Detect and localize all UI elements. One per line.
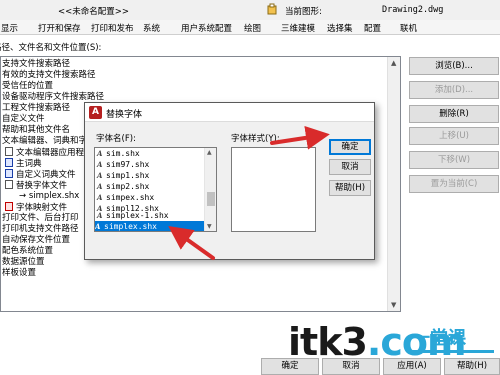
tree-item[interactable]: 自定义文件: [2, 114, 45, 125]
move-down-button[interactable]: 下移(W): [409, 151, 499, 169]
font-name-label: 字体名(F):: [96, 134, 136, 144]
tab-plot-publish[interactable]: 打印和发布: [91, 22, 134, 34]
tree-item-simplex[interactable]: → simplex.shx: [19, 191, 79, 202]
font-style-label: 字体样式(Y):: [231, 134, 280, 144]
file-icon: [5, 147, 13, 156]
section-title: 搜索路径、文件名和文件位置(S):: [0, 43, 102, 53]
dialog-ok-button[interactable]: 确定: [329, 139, 371, 155]
tab-profiles[interactable]: 配置: [364, 22, 381, 34]
tree-item[interactable]: 数据源位置: [2, 257, 45, 268]
shx-font-icon: A: [97, 211, 103, 220]
current-drawing-label: 当前图形:: [285, 7, 322, 17]
font-list-item-selected[interactable]: Asimplex.shx: [95, 221, 204, 231]
dialog-cancel-button[interactable]: 取消: [329, 159, 371, 175]
tab-selection[interactable]: 选择集: [327, 22, 353, 34]
dialog-help-button[interactable]: 帮助(H): [329, 180, 371, 196]
dictionary-icon: [5, 169, 13, 178]
tree-scrollbar[interactable]: ▲ ▼: [387, 57, 400, 311]
current-profile: <<未命名配置>>: [58, 7, 129, 17]
tab-3d-modeling[interactable]: 三维建模: [281, 22, 315, 34]
font-list-item[interactable]: Asim.shx: [97, 148, 140, 159]
tab-online[interactable]: 联机: [400, 22, 417, 34]
font-list-item[interactable]: Asimp1.shx: [97, 170, 149, 181]
tree-item[interactable]: 配色系统位置: [2, 246, 53, 257]
options-tabs: 显示 打开和保存 打印和发布 系统 用户系统配置 绘图 三维建模 选择集 配置 …: [0, 20, 500, 35]
tree-item[interactable]: 工程文件搜索路径: [2, 103, 70, 114]
font-map-icon: [5, 202, 13, 211]
tab-open-save[interactable]: 打开和保存: [38, 22, 81, 34]
current-drawing-name: Drawing2.dwg: [382, 5, 444, 15]
dialog-title: 替换字体: [106, 110, 143, 120]
shx-font-icon: A: [97, 160, 103, 169]
watermark-underline: [412, 350, 494, 353]
scroll-thumb[interactable]: [207, 192, 215, 206]
replace-font-dialog: A 替换字体 字体名(F): 字体样式(Y): Asim.shx Asim97.…: [84, 102, 375, 260]
tab-user-preferences[interactable]: 用户系统配置: [181, 22, 232, 34]
options-header: <<未命名配置>> 当前图形: Drawing2.dwg: [0, 0, 500, 20]
tree-item[interactable]: 自动保存文件位置: [2, 235, 70, 246]
font-list-item[interactable]: Asimpex.shx: [97, 192, 154, 203]
scroll-up-icon[interactable]: ▲: [391, 59, 396, 67]
tree-item[interactable]: 打印机支持文件路径: [2, 224, 79, 235]
tree-item[interactable]: 有效的支持文件搜索路径: [2, 70, 96, 81]
font-file-icon: [5, 180, 13, 189]
move-up-button[interactable]: 上移(U): [409, 127, 499, 145]
add-button[interactable]: 添加(D)...: [409, 81, 499, 99]
shx-font-icon: A: [97, 182, 103, 191]
font-name-list[interactable]: Asim.shx Asim97.shx Asimp1.shx Asimp2.sh…: [94, 147, 217, 232]
browse-button[interactable]: 浏览(B)...: [409, 57, 499, 75]
font-list-item[interactable]: Asimplex-1.shx: [97, 210, 169, 221]
scroll-up-icon[interactable]: ▲: [207, 149, 212, 156]
autocad-logo-icon: A: [89, 106, 102, 119]
tree-item[interactable]: 样板设置: [2, 268, 36, 279]
set-current-button[interactable]: 置为当前(C): [409, 175, 499, 193]
shx-font-icon: A: [97, 193, 103, 202]
font-list-scrollbar[interactable]: ▲ ▼: [204, 148, 216, 231]
remove-button[interactable]: 删除(R): [409, 105, 499, 123]
font-list-item[interactable]: Asim97.shx: [97, 159, 149, 170]
scroll-down-icon[interactable]: ▼: [207, 223, 212, 230]
tree-item[interactable]: 受信任的位置: [2, 81, 53, 92]
arrow-right-icon: →: [19, 191, 29, 201]
dictionary-icon: [5, 158, 13, 167]
drawing-icon: [267, 3, 277, 15]
tab-system[interactable]: 系统: [143, 22, 160, 34]
shx-font-icon: A: [97, 171, 103, 180]
tree-item[interactable]: 打印文件、后台打印: [2, 213, 79, 224]
tree-item[interactable]: 帮助和其他文件名: [2, 125, 70, 136]
shx-font-icon: A: [95, 222, 101, 231]
watermark-cn: 一堂课: [412, 328, 466, 349]
font-style-list[interactable]: [231, 147, 316, 232]
scroll-down-icon[interactable]: ▼: [391, 301, 396, 309]
shx-font-icon: A: [97, 149, 103, 158]
font-list-item[interactable]: Asimp2.shx: [97, 181, 149, 192]
tab-drafting[interactable]: 绘图: [244, 22, 261, 34]
tree-item[interactable]: 支持文件搜索路径: [2, 59, 70, 70]
tab-display[interactable]: 显示: [1, 22, 18, 34]
dialog-titlebar[interactable]: A 替换字体: [85, 103, 374, 122]
